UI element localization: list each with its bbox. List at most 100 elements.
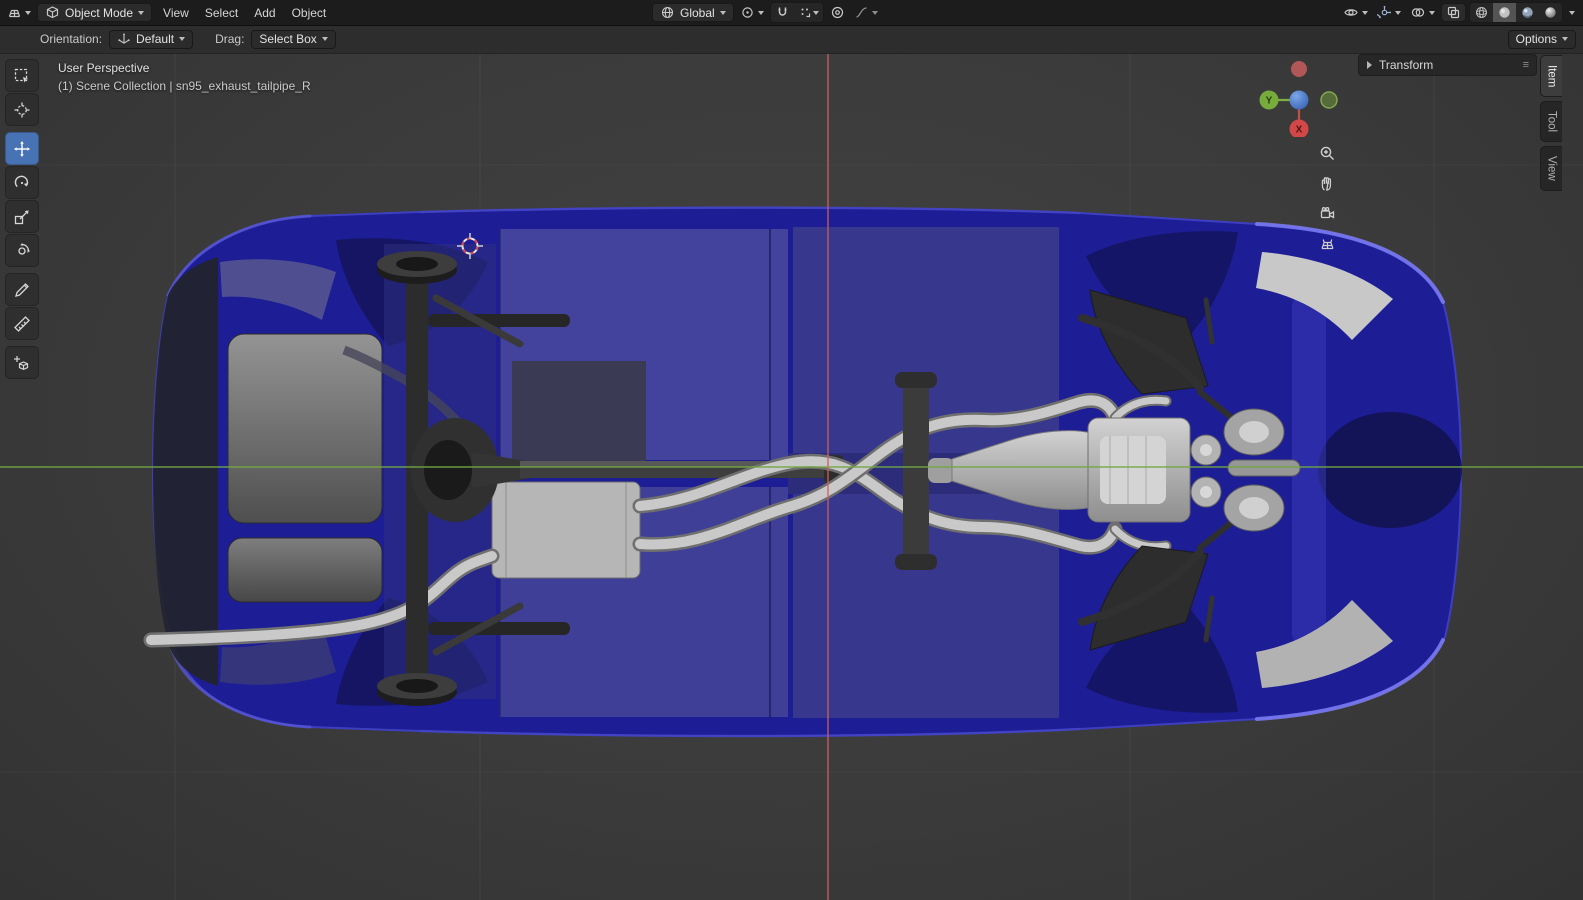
object-visibility-select[interactable]: [1340, 3, 1371, 22]
tool-cursor[interactable]: [5, 93, 39, 126]
transform-panel-header[interactable]: Transform ≡: [1358, 54, 1537, 76]
navigation-gizmo[interactable]: Y X: [1257, 53, 1341, 137]
shading-options-select[interactable]: [1566, 9, 1578, 17]
perspective-grid-icon: [1320, 238, 1334, 249]
shading-wireframe-button[interactable]: [1470, 3, 1493, 22]
viewport-nav-buttons: [1313, 139, 1341, 257]
scene-render: [0, 53, 1583, 900]
chevron-down-icon: [871, 10, 878, 15]
shading-modes: [1469, 2, 1563, 23]
chevron-down-icon: [179, 37, 186, 41]
gizmo-icon: [1377, 5, 1392, 19]
chevron-down-icon: [1569, 10, 1575, 15]
scale-icon: [14, 209, 29, 224]
tool-scale[interactable]: [5, 200, 39, 233]
proportional-editing-toggle[interactable]: [827, 3, 848, 22]
panel-grip-icon[interactable]: ≡: [1523, 59, 1530, 71]
ortho-toggle-button[interactable]: [1313, 229, 1341, 257]
chevron-down-icon: [1562, 37, 1568, 41]
gizmo-neg-y-handle[interactable]: [1320, 91, 1338, 109]
orientation-label: Orientation:: [40, 32, 103, 46]
chevron-down-icon: [321, 37, 328, 41]
tool-rotate[interactable]: [5, 166, 39, 199]
gizmos-select[interactable]: [1374, 3, 1404, 22]
global-orientation-icon: [661, 6, 674, 19]
active-object-breadcrumb: (1) Scene Collection | sn95_exhaust_tail…: [58, 79, 311, 93]
tool-orientation-value: Default: [136, 32, 175, 46]
sidebar-tabs: Item Tool View: [1540, 55, 1562, 192]
select-box-icon: [14, 68, 29, 83]
gizmo-z-handle[interactable]: [1289, 90, 1309, 110]
transform-orientation-select[interactable]: Global: [652, 3, 734, 22]
hand-icon: [1321, 176, 1331, 191]
gizmo-x-label: X: [1296, 125, 1303, 136]
tool-transform[interactable]: [5, 234, 39, 267]
main-menus: View Select Add Object: [155, 3, 334, 23]
proportional-falloff-select[interactable]: [851, 3, 881, 22]
drag-label: Drag:: [215, 32, 245, 46]
panel-collapse-arrow-icon: [1367, 61, 1372, 69]
snap-toggle[interactable]: [771, 3, 794, 22]
xray-icon: [1447, 6, 1460, 19]
pan-button[interactable]: [1313, 169, 1341, 197]
tool-column: [5, 59, 39, 379]
shading-material-button[interactable]: [1516, 3, 1539, 22]
magnet-icon: [778, 7, 787, 16]
material-sphere-icon: [1522, 7, 1533, 18]
sidebar-tab-item[interactable]: Item: [1540, 55, 1562, 98]
shading-solid-button[interactable]: [1493, 3, 1516, 22]
zoom-button[interactable]: [1313, 139, 1341, 167]
wireframe-sphere-icon: [1476, 7, 1487, 18]
menu-select[interactable]: Select: [197, 3, 246, 23]
pivot-point-select[interactable]: [737, 3, 767, 22]
snap-increment-icon: [801, 8, 810, 18]
editor-type-menu[interactable]: [4, 3, 34, 22]
drag-select[interactable]: Select Box: [251, 29, 336, 49]
chevron-down-icon: [812, 10, 819, 15]
drag-value: Select Box: [259, 32, 317, 46]
menu-add[interactable]: Add: [246, 3, 283, 23]
chevron-down-icon: [1362, 10, 1368, 15]
zoom-icon: [1320, 146, 1334, 160]
tool-select-box[interactable]: [5, 59, 39, 92]
menu-object[interactable]: Object: [284, 3, 335, 23]
solid-sphere-icon: [1499, 7, 1510, 18]
chevron-down-icon: [138, 10, 145, 15]
transform-icon: [18, 242, 30, 255]
mode-select[interactable]: Object Mode: [37, 3, 153, 22]
overlays-select[interactable]: [1407, 3, 1438, 22]
falloff-curve-icon: [855, 7, 867, 18]
transform-orientation-label: Global: [680, 5, 715, 20]
add-cube-icon: [14, 355, 29, 370]
viewport-3d[interactable]: User Perspective (1) Scene Collection | …: [0, 53, 1583, 900]
mode-select-label: Object Mode: [65, 5, 134, 20]
sidebar-tab-tool[interactable]: Tool: [1540, 101, 1562, 143]
tool-add-cube[interactable]: [5, 346, 39, 379]
tool-move[interactable]: [5, 132, 39, 165]
axes-icon: [118, 33, 130, 44]
sidebar-tab-view[interactable]: View: [1540, 146, 1562, 192]
rendered-sphere-icon: [1545, 7, 1556, 18]
camera-view-button[interactable]: [1313, 199, 1341, 227]
transform-panel-title: Transform: [1379, 58, 1434, 72]
chevron-down-icon: [25, 10, 31, 15]
tool-annotate[interactable]: [5, 273, 39, 306]
options-button[interactable]: Options: [1507, 29, 1576, 49]
gizmo-y-label: Y: [1266, 96, 1273, 107]
topbar: Object Mode View Select Add Object Globa…: [0, 0, 1583, 26]
chevron-down-icon: [1395, 10, 1401, 15]
rotate-icon: [14, 175, 29, 187]
options-label: Options: [1515, 32, 1557, 46]
move-icon: [14, 140, 30, 157]
cube-icon: [46, 6, 59, 19]
tool-orientation-select[interactable]: Default: [109, 29, 194, 49]
tool-measure[interactable]: [5, 307, 39, 340]
snap-settings-select[interactable]: [794, 3, 823, 22]
snap-controls: [769, 2, 824, 23]
tool-settings-bar: Orientation: Default Drag: Select Box Op…: [0, 25, 1583, 54]
shading-rendered-button[interactable]: [1539, 3, 1562, 22]
xray-toggle[interactable]: [1441, 3, 1466, 22]
menu-view[interactable]: View: [155, 3, 197, 23]
chevron-down-icon: [719, 10, 726, 15]
gizmo-neg-x-handle[interactable]: [1291, 61, 1307, 77]
